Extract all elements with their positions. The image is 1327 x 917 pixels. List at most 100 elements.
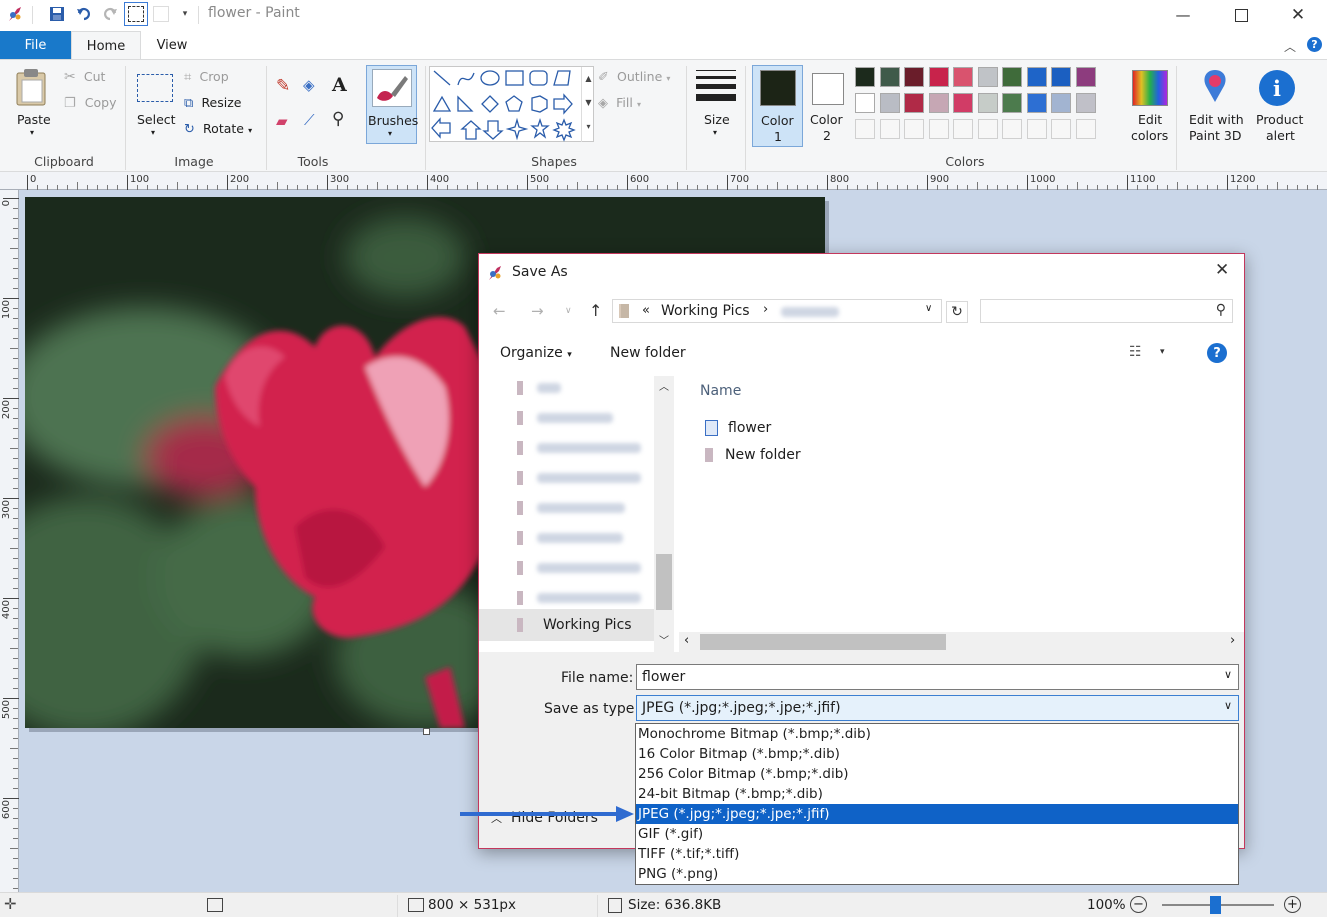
- nav-item[interactable]: [517, 558, 641, 578]
- help-icon[interactable]: ?: [1307, 37, 1322, 52]
- zoom-out-icon[interactable]: −: [1130, 896, 1147, 913]
- palette-swatch[interactable]: [1075, 119, 1096, 139]
- refresh-icon[interactable]: ↻: [946, 301, 968, 323]
- palette-swatch[interactable]: [904, 93, 924, 113]
- palette-swatch[interactable]: [904, 67, 924, 87]
- palette-swatch[interactable]: [928, 67, 949, 87]
- back-arrow-icon[interactable]: ←: [493, 302, 506, 320]
- palette-swatch[interactable]: [1002, 93, 1022, 113]
- path-working-pics[interactable]: Working Pics: [661, 303, 750, 319]
- forward-arrow-icon[interactable]: →: [531, 302, 544, 320]
- close-window-icon[interactable]: ✕: [1275, 0, 1321, 30]
- outline-button[interactable]: ✐ Outline ▾: [598, 69, 670, 85]
- pencil-icon[interactable]: ✎: [276, 76, 290, 96]
- minimize-icon[interactable]: —: [1160, 0, 1206, 30]
- palette-swatch[interactable]: [1002, 119, 1022, 139]
- nav-item[interactable]: [517, 408, 613, 428]
- scroll-up-icon[interactable]: ︿: [659, 378, 669, 393]
- nav-item[interactable]: [517, 588, 641, 608]
- edit-colors-button[interactable]: Edit colors: [1128, 68, 1172, 146]
- view-dropdown-icon[interactable]: ▾: [1160, 347, 1165, 357]
- shapes-gallery[interactable]: ▲ ▼ ▾: [429, 66, 594, 142]
- magnifier-icon[interactable]: ⚲: [332, 109, 344, 129]
- color-picker-icon[interactable]: ⟋: [304, 111, 315, 129]
- nav-item[interactable]: [517, 498, 625, 518]
- brushes-button[interactable]: Brushes ▾: [366, 65, 418, 144]
- palette-swatch[interactable]: [1075, 67, 1096, 87]
- palette-swatch[interactable]: [953, 93, 973, 113]
- view-options-icon[interactable]: ☷: [1129, 344, 1142, 360]
- file-name-dropdown-icon[interactable]: ∨: [1224, 668, 1232, 681]
- crop-button[interactable]: ⌗ Crop: [184, 69, 229, 85]
- color1-button[interactable]: Color 1: [752, 65, 803, 147]
- rotate-button[interactable]: ↻ Rotate ▾: [184, 121, 252, 137]
- select-quick-icon[interactable]: [124, 2, 148, 26]
- scroll-down-icon[interactable]: ﹀: [659, 632, 669, 647]
- product-alert-button[interactable]: i Product alert: [1251, 68, 1311, 146]
- palette-swatch[interactable]: [1002, 67, 1022, 87]
- up-folder-icon[interactable]: ↑: [589, 301, 602, 320]
- edit-with-paint3d-button[interactable]: Edit with Paint 3D: [1184, 68, 1246, 146]
- palette-swatch[interactable]: [953, 119, 973, 139]
- hscroll-thumb[interactable]: [700, 634, 946, 650]
- file-name-input[interactable]: flower ∨: [636, 664, 1239, 690]
- paste-button[interactable]: Paste ▾: [12, 68, 52, 140]
- palette-swatch[interactable]: [879, 67, 900, 87]
- dialog-close-icon[interactable]: ✕: [1215, 260, 1229, 280]
- address-bar[interactable]: « Working Pics › ∨: [612, 299, 942, 323]
- palette-swatch[interactable]: [1075, 93, 1096, 113]
- type-option[interactable]: Monochrome Bitmap (*.bmp;*.dib): [636, 724, 1238, 744]
- scroll-left-icon[interactable]: ‹: [684, 633, 689, 648]
- palette-swatch[interactable]: [1026, 119, 1047, 139]
- nav-item[interactable]: [517, 468, 641, 488]
- tab-home[interactable]: Home: [71, 31, 141, 60]
- customize-qat-icon[interactable]: ▾: [175, 4, 195, 24]
- save-icon[interactable]: [47, 4, 67, 24]
- palette-swatch[interactable]: [904, 119, 924, 139]
- fill-bucket-icon[interactable]: ◈: [303, 76, 315, 94]
- palette-swatch[interactable]: [879, 119, 900, 139]
- file-item-new-folder[interactable]: New folder: [705, 447, 801, 463]
- palette-swatch[interactable]: [1026, 93, 1047, 113]
- shapes-scroll-icon[interactable]: ▲ ▼ ▾: [581, 67, 595, 142]
- maximize-icon[interactable]: [1218, 0, 1264, 30]
- palette-swatch[interactable]: [953, 67, 973, 87]
- new-folder-button[interactable]: New folder: [610, 345, 686, 361]
- type-option[interactable]: 24-bit Bitmap (*.bmp;*.dib): [636, 784, 1238, 804]
- file-item-flower[interactable]: flower: [705, 420, 771, 436]
- cut-button[interactable]: ✂ Cut: [64, 69, 105, 85]
- type-option[interactable]: 16 Color Bitmap (*.bmp;*.dib): [636, 744, 1238, 764]
- save-as-type-dropdown-icon[interactable]: ∨: [1224, 699, 1232, 712]
- tab-file[interactable]: File: [0, 31, 71, 59]
- collapse-ribbon-icon[interactable]: ︿: [1284, 38, 1296, 55]
- column-header-name[interactable]: Name: [700, 383, 741, 399]
- palette-swatch[interactable]: [855, 119, 875, 139]
- palette-swatch[interactable]: [1051, 93, 1071, 113]
- nav-scrollbar[interactable]: ︿ ﹀: [654, 376, 674, 652]
- redo-icon[interactable]: [100, 4, 120, 24]
- select-button[interactable]: Select ▾: [136, 72, 176, 142]
- type-option[interactable]: 256 Color Bitmap (*.bmp;*.dib): [636, 764, 1238, 784]
- eraser-icon[interactable]: ▰: [276, 112, 288, 130]
- palette-swatch[interactable]: [928, 119, 949, 139]
- horizontal-scrollbar[interactable]: ‹ ›: [679, 632, 1244, 652]
- resize-button[interactable]: ⧉ Resize: [184, 95, 242, 111]
- palette-swatch[interactable]: [1051, 67, 1071, 87]
- dialog-help-icon[interactable]: ?: [1207, 343, 1227, 363]
- palette-swatch[interactable]: [928, 93, 949, 113]
- palette-swatch[interactable]: [1051, 119, 1071, 139]
- save-as-type-select[interactable]: JPEG (*.jpg;*.jpeg;*.jpe;*.jfif) ∨: [636, 695, 1239, 721]
- palette-swatch[interactable]: [977, 119, 998, 139]
- nav-item[interactable]: [517, 528, 623, 548]
- text-tool-icon[interactable]: A: [332, 74, 347, 96]
- recent-locations-icon[interactable]: ∨: [565, 306, 572, 316]
- blank-quick-icon[interactable]: [151, 4, 171, 24]
- palette-swatch[interactable]: [855, 67, 875, 87]
- palette-swatch[interactable]: [879, 93, 900, 113]
- address-dropdown-icon[interactable]: ∨: [925, 303, 932, 314]
- canvas-resize-handle[interactable]: [423, 728, 430, 735]
- copy-button[interactable]: ❐ Copy: [64, 95, 117, 111]
- palette-swatch[interactable]: [855, 93, 875, 113]
- search-input[interactable]: ⚲: [980, 299, 1233, 323]
- type-option-selected[interactable]: JPEG (*.jpg;*.jpeg;*.jpe;*.jfif): [636, 804, 1238, 824]
